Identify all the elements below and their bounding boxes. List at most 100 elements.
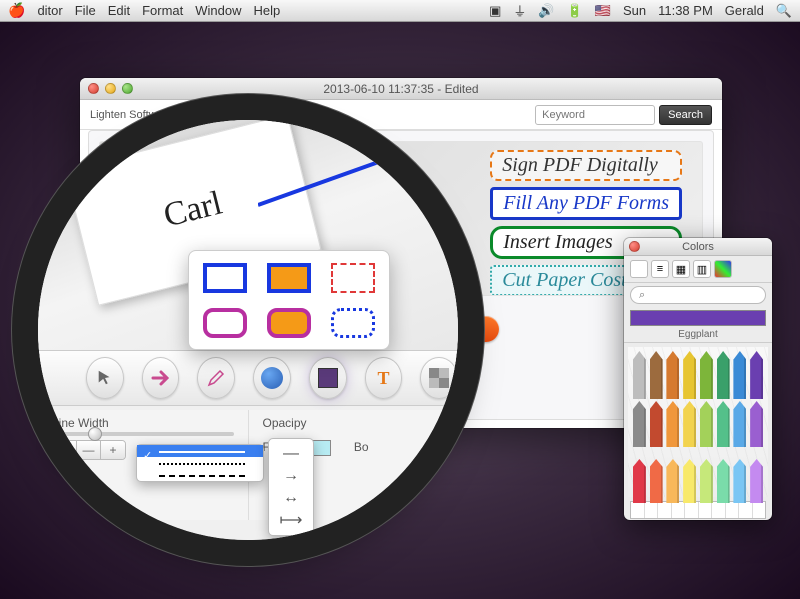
home-link[interactable]: Lighten Software Home <box>90 109 205 121</box>
crayon[interactable] <box>733 459 746 503</box>
swatch-well[interactable] <box>726 502 740 518</box>
shape-rect-filled[interactable] <box>261 259 317 296</box>
minimize-button[interactable] <box>105 83 116 94</box>
menu-edit[interactable]: Edit <box>108 3 130 18</box>
crayon[interactable] <box>717 351 730 399</box>
arrow-style-right[interactable]: → <box>269 465 313 487</box>
search-input[interactable] <box>535 105 655 125</box>
swatch-well[interactable] <box>739 502 753 518</box>
line-style-solid[interactable] <box>137 445 263 457</box>
line-style-dotted[interactable] <box>137 457 263 469</box>
crayon[interactable] <box>700 459 713 503</box>
crayon[interactable] <box>733 401 746 447</box>
wifi-icon[interactable]: ⏚ <box>513 1 526 20</box>
crayon[interactable] <box>750 351 763 399</box>
clock-day[interactable]: Sun <box>623 3 646 18</box>
crayons-tab[interactable] <box>714 260 732 278</box>
line-style-dashdot[interactable] <box>137 469 263 481</box>
menubar: 🍎 ditor File Edit Format Window Help ▣ ⏚… <box>0 0 800 22</box>
swatch-well[interactable] <box>753 502 766 518</box>
tool-arrow[interactable] <box>142 357 180 399</box>
crayon[interactable] <box>683 351 696 399</box>
arrow-style-line[interactable]: — <box>269 443 313 465</box>
shape-rect-dashed[interactable] <box>325 259 381 296</box>
menu-file[interactable]: File <box>75 3 96 18</box>
stepper-plus[interactable]: + <box>101 441 125 459</box>
swatch-well[interactable] <box>699 502 713 518</box>
line-style-dropdown <box>136 444 264 482</box>
crayon[interactable] <box>700 401 713 447</box>
arrow-style-bar[interactable]: ⟼ <box>269 509 313 531</box>
spotlight-icon[interactable]: 🔍 <box>776 3 792 19</box>
apple-icon[interactable]: 🍎 <box>8 2 25 19</box>
crayon[interactable] <box>683 401 696 447</box>
color-wheel-tab[interactable] <box>630 260 648 278</box>
tool-text[interactable]: T <box>365 357 403 399</box>
crayon[interactable] <box>650 351 663 399</box>
swatch-well[interactable] <box>658 502 672 518</box>
circle-icon <box>261 367 283 389</box>
crayon[interactable] <box>650 401 663 447</box>
arrow-style-both[interactable]: ↔ <box>269 487 313 509</box>
tool-rectangle[interactable] <box>309 357 347 399</box>
flag-icon[interactable]: 🇺🇸 <box>595 3 611 19</box>
swatch-well[interactable] <box>685 502 699 518</box>
sliders-tab[interactable]: ≡ <box>651 260 669 278</box>
clock-time[interactable]: 11:38 PM <box>658 3 713 18</box>
battery-icon[interactable]: 🔋 <box>567 3 583 19</box>
crayon[interactable] <box>666 401 679 447</box>
tool-ellipse[interactable] <box>253 357 291 399</box>
shape-roundrect-filled[interactable] <box>261 304 317 341</box>
crayon[interactable] <box>717 459 730 503</box>
crayon[interactable] <box>666 459 679 503</box>
close-button[interactable] <box>88 83 99 94</box>
border-label: Bo <box>354 440 369 454</box>
crayon[interactable] <box>717 401 730 447</box>
crayon[interactable] <box>750 459 763 503</box>
menubar-app[interactable]: ditor <box>37 3 62 18</box>
magnifier-lens: Carl T Li <box>38 120 458 540</box>
crayon[interactable] <box>733 351 746 399</box>
crayon[interactable] <box>666 351 679 399</box>
shape-style-popover <box>188 250 390 350</box>
crayon[interactable] <box>750 401 763 447</box>
tool-pencil[interactable] <box>197 357 235 399</box>
tool-select[interactable] <box>86 357 124 399</box>
square-icon <box>318 368 338 388</box>
crayon[interactable] <box>650 459 663 503</box>
swatch-well[interactable] <box>631 502 645 518</box>
volume-icon[interactable]: 🔊 <box>538 3 554 19</box>
line-width-label: Line Width <box>52 416 234 430</box>
spectrum-tab[interactable]: ▥ <box>693 260 711 278</box>
crayon[interactable] <box>683 459 696 503</box>
swatch-well[interactable] <box>672 502 686 518</box>
zoom-button[interactable] <box>122 83 133 94</box>
menu-help[interactable]: Help <box>254 3 281 18</box>
swatch-well[interactable] <box>712 502 726 518</box>
shape-roundrect-dotted[interactable] <box>325 304 381 341</box>
slider-thumb[interactable] <box>88 427 102 441</box>
shape-roundrect-outline[interactable] <box>197 304 253 341</box>
titlebar: 2013-06-10 11:37:35 - Edited <box>80 78 722 100</box>
menu-window[interactable]: Window <box>195 3 241 18</box>
current-color-swatch[interactable] <box>630 310 766 326</box>
swatch-well[interactable] <box>645 502 659 518</box>
palette-tab[interactable]: ▦ <box>672 260 690 278</box>
color-name-label: Eggplant <box>624 329 772 343</box>
search-button[interactable]: Search <box>659 105 712 125</box>
menu-format[interactable]: Format <box>142 3 183 18</box>
crayon[interactable] <box>633 459 646 503</box>
stepper-minus[interactable]: − <box>53 441 77 459</box>
crayon[interactable] <box>633 351 646 399</box>
line-width-slider[interactable] <box>52 432 234 436</box>
color-search-input[interactable] <box>630 286 766 304</box>
shape-rect-outline[interactable] <box>197 259 253 296</box>
crayon[interactable] <box>700 351 713 399</box>
annotation-line <box>258 150 418 210</box>
tool-blur[interactable] <box>420 357 458 399</box>
line-width-stepper[interactable]: − — + <box>52 440 126 460</box>
colors-close-button[interactable] <box>629 241 640 252</box>
camera-icon[interactable]: ▣ <box>489 3 501 19</box>
user-name[interactable]: Gerald <box>725 3 764 18</box>
crayon[interactable] <box>633 401 646 447</box>
